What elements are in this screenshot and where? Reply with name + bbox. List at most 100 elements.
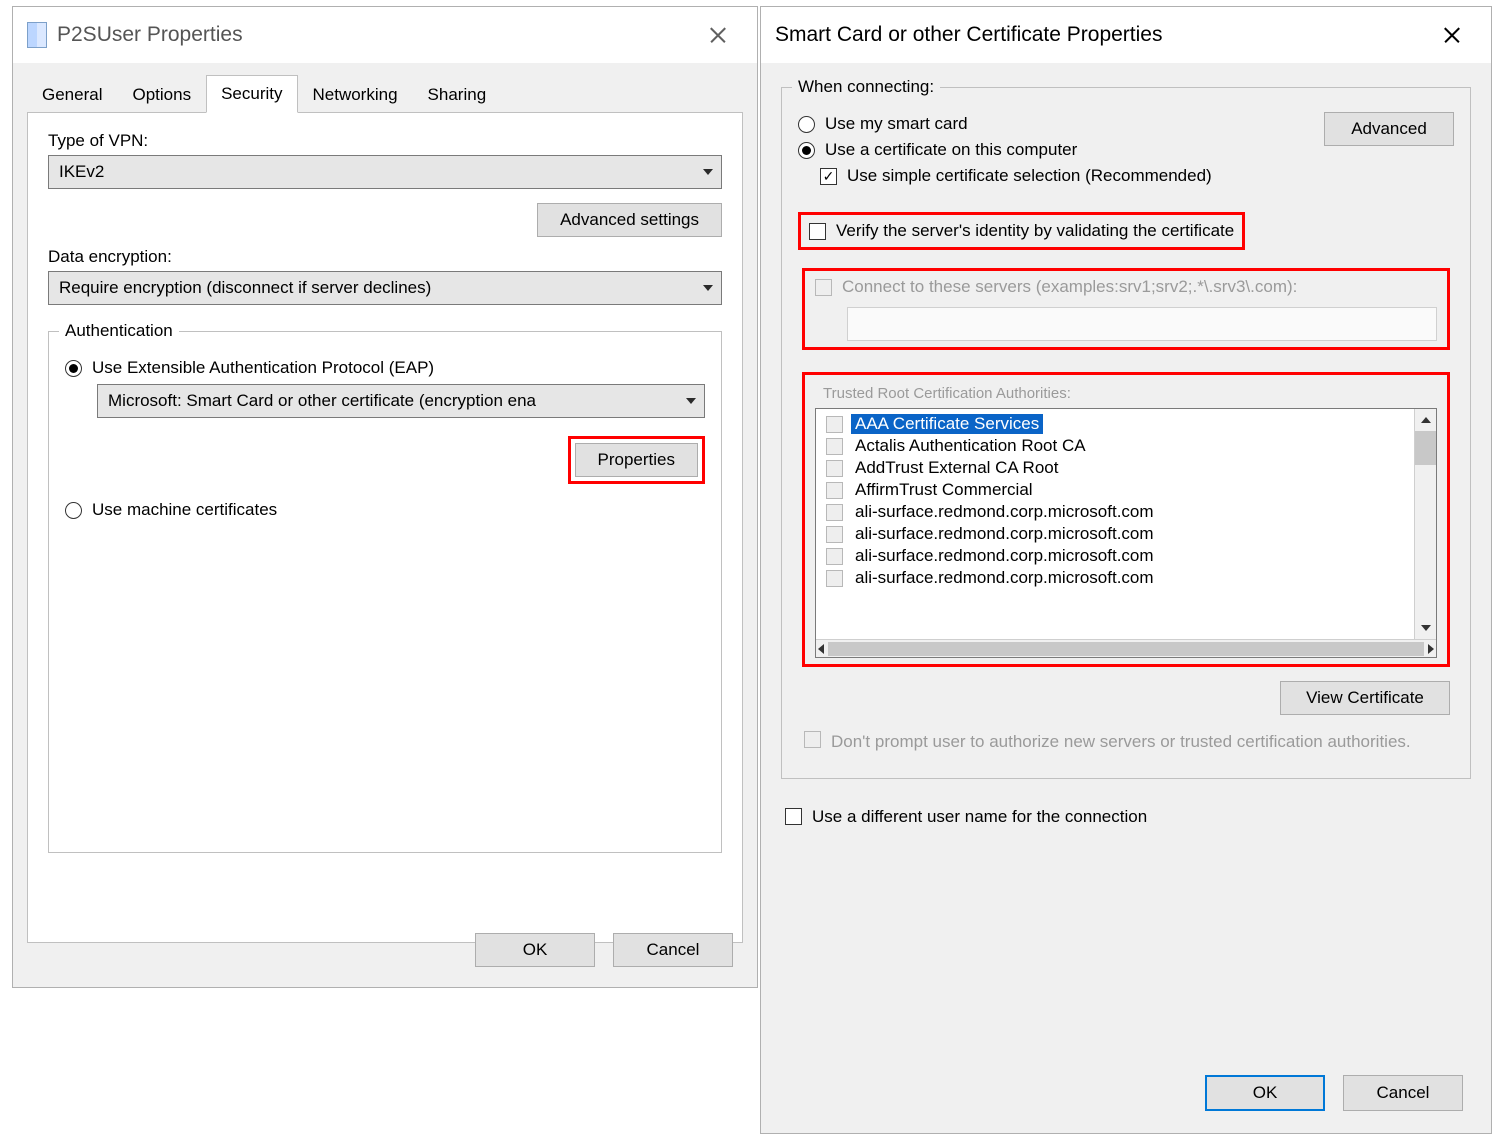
checkbox-icon xyxy=(804,731,821,748)
use-certificate-radio[interactable]: Use a certificate on this computer xyxy=(798,140,1324,160)
dont-prompt-label: Don't prompt user to authorize new serve… xyxy=(831,731,1411,754)
scroll-right-icon xyxy=(1428,644,1434,654)
ca-item-label: ali-surface.redmond.corp.microsoft.com xyxy=(851,568,1158,588)
ca-list-item[interactable]: AffirmTrust Commercial xyxy=(826,479,1436,501)
ca-item-label: ali-surface.redmond.corp.microsoft.com xyxy=(851,524,1158,544)
checkbox-icon xyxy=(820,168,837,185)
tab-networking[interactable]: Networking xyxy=(298,76,413,113)
dialog-title-text: P2SUser Properties xyxy=(57,23,243,47)
connect-servers-label: Connect to these servers (examples:srv1;… xyxy=(842,277,1297,297)
ca-item-label: ali-surface.redmond.corp.microsoft.com xyxy=(851,502,1158,522)
trusted-root-list[interactable]: AAA Certificate ServicesActalis Authenti… xyxy=(815,408,1437,658)
use-eap-radio-row[interactable]: Use Extensible Authentication Protocol (… xyxy=(65,358,705,378)
radio-icon xyxy=(798,116,815,133)
checkbox-icon xyxy=(809,223,826,240)
when-connecting-legend: When connecting: xyxy=(792,77,940,97)
ca-list-item[interactable]: AAA Certificate Services xyxy=(826,413,1436,435)
right-body: When connecting: Use my smart card Use a… xyxy=(761,63,1491,1133)
ca-item-label: Actalis Authentication Root CA xyxy=(851,436,1090,456)
radio-icon xyxy=(65,360,82,377)
cancel-button[interactable]: Cancel xyxy=(613,933,733,967)
connect-servers-input xyxy=(847,307,1437,341)
trusted-root-section: Trusted Root Certification Authorities: … xyxy=(802,372,1450,667)
use-smart-card-label: Use my smart card xyxy=(825,114,968,134)
radio-icon xyxy=(798,142,815,159)
data-encryption-label: Data encryption: xyxy=(48,247,722,267)
use-machine-cert-radio-row[interactable]: Use machine certificates xyxy=(65,500,705,520)
checkbox-icon xyxy=(826,438,843,455)
authentication-legend: Authentication xyxy=(59,321,179,341)
tab-options[interactable]: Options xyxy=(117,76,206,113)
scrollbar-v[interactable] xyxy=(1414,409,1436,639)
radio-icon xyxy=(65,502,82,519)
trusted-root-label: Trusted Root Certification Authorities: xyxy=(815,381,1437,408)
titlebar-right: Smart Card or other Certificate Properti… xyxy=(761,7,1491,63)
use-cert-label: Use a certificate on this computer xyxy=(825,140,1077,160)
scroll-thumb[interactable] xyxy=(1415,431,1436,465)
tab-general[interactable]: General xyxy=(27,76,117,113)
ca-list-item[interactable]: ali-surface.redmond.corp.microsoft.com xyxy=(826,501,1436,523)
dialog-title-right: Smart Card or other Certificate Properti… xyxy=(775,23,1162,47)
checkbox-icon xyxy=(826,548,843,565)
ca-list-item[interactable]: ali-surface.redmond.corp.microsoft.com xyxy=(826,545,1436,567)
ca-item-label: AffirmTrust Commercial xyxy=(851,480,1037,500)
simple-selection-label: Use simple certificate selection (Recomm… xyxy=(847,166,1212,186)
ca-list-item[interactable]: ali-surface.redmond.corp.microsoft.com xyxy=(826,523,1436,545)
simple-selection-check[interactable]: Use simple certificate selection (Recomm… xyxy=(820,166,1324,186)
checkbox-icon xyxy=(826,504,843,521)
dialog-title-text: Smart Card or other Certificate Properti… xyxy=(775,23,1162,47)
scroll-down-icon xyxy=(1421,625,1431,631)
tab-security[interactable]: Security xyxy=(206,75,297,113)
ok-button[interactable]: OK xyxy=(1205,1075,1325,1111)
ca-item-label: AddTrust External CA Root xyxy=(851,458,1062,478)
use-different-user-check[interactable]: Use a different user name for the connec… xyxy=(785,807,1471,827)
use-diff-user-label: Use a different user name for the connec… xyxy=(812,807,1147,827)
ca-item-label: ali-surface.redmond.corp.microsoft.com xyxy=(851,546,1158,566)
window-icon xyxy=(27,22,47,48)
smart-card-properties-dialog: Smart Card or other Certificate Properti… xyxy=(760,6,1492,1134)
checkbox-icon xyxy=(826,460,843,477)
checkbox-icon xyxy=(826,482,843,499)
cancel-button[interactable]: Cancel xyxy=(1343,1075,1463,1111)
checkbox-icon xyxy=(826,570,843,587)
type-of-vpn-select[interactable]: IKEv2 xyxy=(48,155,722,189)
scrollbar-h[interactable] xyxy=(816,639,1436,657)
chevron-down-icon xyxy=(686,398,696,404)
ca-list-item[interactable]: AddTrust External CA Root xyxy=(826,457,1436,479)
ca-item-label: AAA Certificate Services xyxy=(851,414,1043,434)
scroll-left-icon xyxy=(818,644,824,654)
eap-method-select[interactable]: Microsoft: Smart Card or other certifica… xyxy=(97,384,705,418)
type-of-vpn-value: IKEv2 xyxy=(59,162,104,182)
ca-list-item[interactable]: ali-surface.redmond.corp.microsoft.com xyxy=(826,567,1436,589)
dont-prompt-check: Don't prompt user to authorize new serve… xyxy=(804,731,1448,754)
verify-server-label: Verify the server's identity by validati… xyxy=(836,221,1234,241)
scroll-up-icon xyxy=(1421,417,1431,423)
close-icon[interactable] xyxy=(697,17,739,53)
advanced-button[interactable]: Advanced xyxy=(1324,112,1454,146)
use-smart-card-radio[interactable]: Use my smart card xyxy=(798,114,1324,134)
verify-server-check[interactable]: Verify the server's identity by validati… xyxy=(809,221,1234,241)
scroll-thumb-h[interactable] xyxy=(828,642,1424,656)
tab-sharing[interactable]: Sharing xyxy=(413,76,502,113)
close-icon[interactable] xyxy=(1431,17,1473,53)
use-eap-label: Use Extensible Authentication Protocol (… xyxy=(92,358,434,378)
ca-list-item[interactable]: Actalis Authentication Root CA xyxy=(826,435,1436,457)
ok-button[interactable]: OK xyxy=(475,933,595,967)
data-encryption-select[interactable]: Require encryption (disconnect if server… xyxy=(48,271,722,305)
type-of-vpn-label: Type of VPN: xyxy=(48,131,722,151)
chevron-down-icon xyxy=(703,169,713,175)
checkbox-icon xyxy=(785,808,802,825)
tab-panel-security: Type of VPN: IKEv2 Advanced settings Dat… xyxy=(27,113,743,943)
properties-button[interactable]: Properties xyxy=(575,443,698,477)
advanced-settings-button[interactable]: Advanced settings xyxy=(537,203,722,237)
connect-servers-check: Connect to these servers (examples:srv1;… xyxy=(815,277,1437,297)
checkbox-icon xyxy=(826,526,843,543)
view-certificate-button[interactable]: View Certificate xyxy=(1280,681,1450,715)
dialog-title-left: P2SUser Properties xyxy=(27,22,243,48)
when-connecting-group: When connecting: Use my smart card Use a… xyxy=(781,87,1471,779)
authentication-group: Authentication Use Extensible Authentica… xyxy=(48,331,722,853)
data-encryption-value: Require encryption (disconnect if server… xyxy=(59,278,431,298)
use-machine-label: Use machine certificates xyxy=(92,500,277,520)
tabstrip: General Options Security Networking Shar… xyxy=(27,73,743,113)
titlebar-left: P2SUser Properties xyxy=(13,7,757,63)
